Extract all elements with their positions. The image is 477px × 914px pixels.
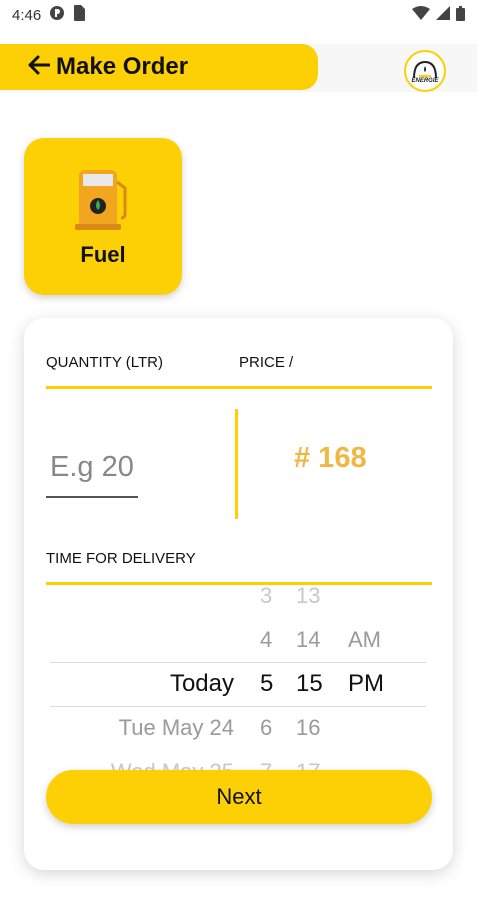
- play-protect-icon: [49, 5, 65, 25]
- picker-hour: 3: [260, 584, 273, 608]
- price-label: PRICE /: [239, 354, 294, 371]
- page-title: Make Order: [56, 53, 189, 80]
- picker-hour: 5: [260, 670, 274, 697]
- picker-row-selected[interactable]: Today 5 15 PM: [46, 662, 432, 706]
- picker-minute: 13: [296, 584, 321, 608]
- back-arrow-icon[interactable]: [28, 54, 51, 80]
- picker-hour: 4: [260, 627, 273, 652]
- brand-logo-text: ENERGIE: [411, 78, 439, 84]
- brand-logo: ENERGIE: [404, 50, 446, 92]
- next-button[interactable]: Next: [46, 770, 432, 824]
- status-bar: 4:46: [0, 0, 477, 30]
- fuel-pump-icon: [75, 170, 127, 230]
- picker-day: Tue May 24: [118, 715, 234, 740]
- picker-row[interactable]: Tue May 24 6 16: [46, 706, 432, 750]
- order-form-card: QUANTITY (LTR) PRICE / # 168 TIME FOR DE…: [24, 318, 453, 870]
- picker-minute: 16: [296, 715, 321, 740]
- quantity-label: QUANTITY (LTR): [46, 354, 163, 371]
- picker-hour: 6: [260, 715, 273, 740]
- picker-minute: 15: [296, 670, 323, 697]
- battery-icon: [456, 5, 465, 25]
- wifi-icon: [412, 6, 430, 24]
- cell-signal-icon: [436, 6, 450, 24]
- picker-day: Today: [169, 670, 234, 697]
- picker-ampm: AM: [348, 627, 381, 652]
- sim-card-icon: [73, 5, 86, 25]
- delivery-time-picker[interactable]: 3 13 4 14 AM Today 5 15 PM Tue May 24 6 …: [46, 584, 432, 774]
- picker-row[interactable]: 4 14 AM: [46, 618, 432, 662]
- picker-row[interactable]: 3 13: [46, 584, 432, 618]
- delivery-time-label: TIME FOR DELIVERY: [46, 550, 196, 567]
- price-value: # 168: [294, 442, 367, 474]
- header-bar: Make Order: [0, 44, 318, 90]
- service-label: Fuel: [80, 242, 126, 267]
- header-divider: [46, 386, 432, 389]
- quantity-input[interactable]: [46, 438, 138, 498]
- header: Make Order ENERGIE: [0, 44, 477, 92]
- status-time: 4:46: [12, 6, 42, 24]
- service-card-fuel[interactable]: Fuel: [24, 138, 182, 295]
- vertical-divider: [235, 409, 238, 519]
- picker-ampm: PM: [348, 670, 384, 697]
- picker-minute: 14: [296, 627, 321, 652]
